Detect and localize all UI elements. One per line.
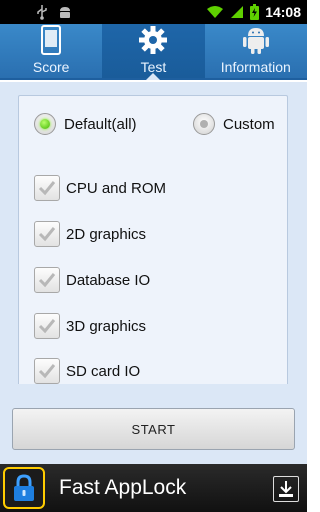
checkbox-label: CPU and ROM [66, 179, 167, 197]
checkbox-label: SD card IO [66, 362, 141, 380]
tab-score[interactable]: Score [0, 24, 102, 78]
radio-button[interactable] [34, 113, 56, 135]
status-bar: 14:08 [0, 0, 307, 24]
signal-icon [230, 5, 244, 19]
checkbox-cpu-and-rom[interactable]: CPU and ROM [34, 175, 166, 201]
radio-default-all[interactable]: Default(all) [34, 113, 137, 135]
ad-banner[interactable]: Fast AppLock [0, 464, 307, 512]
tab-label: Information [220, 59, 291, 75]
checkbox[interactable] [34, 313, 60, 339]
check-icon [38, 319, 56, 334]
start-button-area: START [0, 384, 307, 464]
ad-title: Fast AppLock [59, 476, 187, 499]
checkbox[interactable] [34, 221, 60, 247]
test-content: Default(all) Custom CPU and ROM 2D graph… [0, 82, 307, 384]
tab-information[interactable]: Information [205, 24, 307, 78]
radio-label: Custom [223, 115, 275, 133]
tab-label: Test [140, 59, 167, 75]
check-icon [38, 227, 56, 242]
checkbox-label: Database IO [66, 271, 151, 289]
tab-bar: Score Test Information [0, 24, 307, 80]
checkbox[interactable] [34, 358, 60, 384]
check-icon [38, 273, 56, 288]
checkbox-sd-card-io[interactable]: SD card IO [34, 358, 140, 384]
tab-label: Score [32, 59, 70, 75]
checkbox-2d-graphics[interactable]: 2D graphics [34, 221, 146, 247]
tab-test[interactable]: Test [102, 24, 205, 78]
radio-selected-dot [40, 119, 50, 129]
status-bar-notifications [36, 4, 72, 20]
checkbox-label: 2D graphics [66, 225, 147, 243]
android-debug-icon [58, 5, 72, 19]
test-options-panel[interactable]: Default(all) Custom CPU and ROM 2D graph… [18, 95, 288, 384]
checkbox-database-io[interactable]: Database IO [34, 267, 150, 293]
start-button[interactable]: START [12, 408, 295, 450]
check-icon [38, 181, 56, 196]
usb-icon [36, 4, 48, 20]
status-bar-system: 14:08 [206, 4, 301, 20]
phone-icon [41, 24, 62, 56]
checkbox[interactable] [34, 267, 60, 293]
checkbox-label: 3D graphics [66, 317, 147, 335]
battery-charging-icon [250, 4, 260, 20]
radio-custom[interactable]: Custom [193, 113, 275, 135]
android-icon [242, 24, 270, 56]
radio-button[interactable] [193, 113, 215, 135]
check-icon [38, 364, 56, 379]
gear-icon [138, 24, 168, 56]
radio-unselected-dot [200, 120, 208, 128]
checkbox[interactable] [34, 175, 60, 201]
status-time: 14:08 [265, 4, 301, 20]
checkbox-3d-graphics[interactable]: 3D graphics [34, 313, 146, 339]
wifi-icon [206, 5, 224, 19]
download-icon[interactable] [273, 476, 299, 502]
radio-label: Default(all) [64, 115, 137, 133]
lock-icon [3, 467, 45, 509]
